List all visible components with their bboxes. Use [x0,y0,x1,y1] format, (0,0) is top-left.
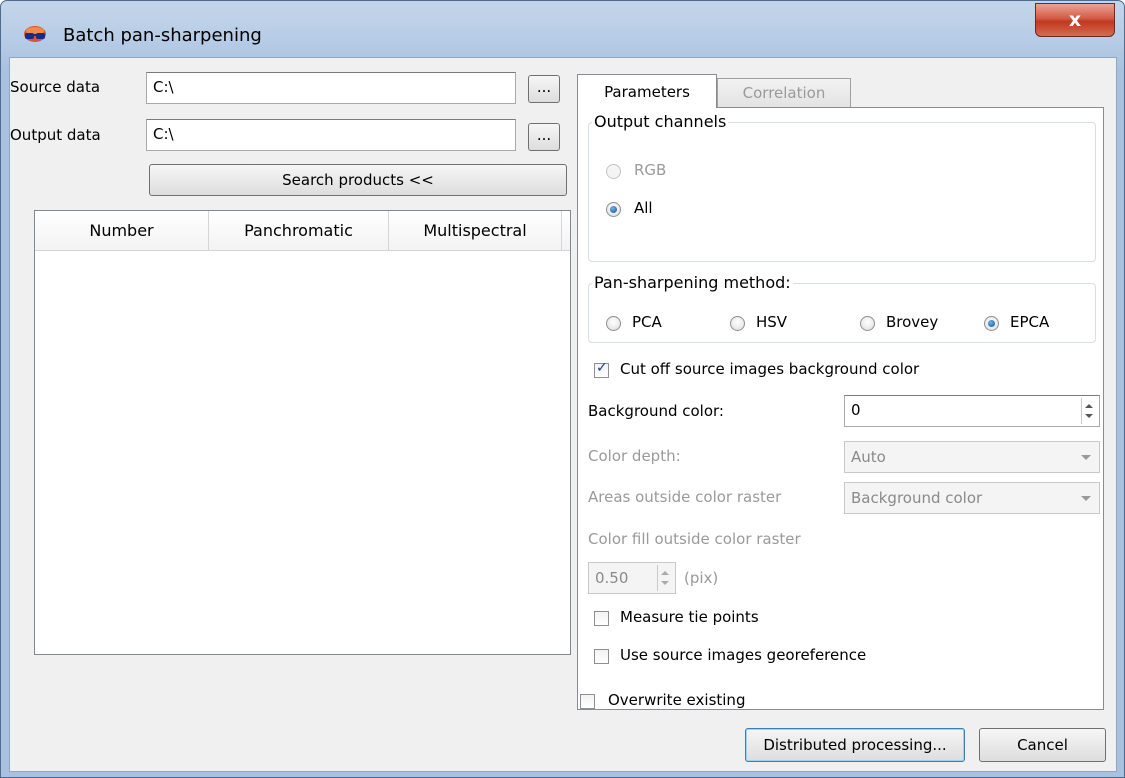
output-browse-button[interactable]: ... [528,123,560,151]
color-depth-select[interactable]: Auto [844,441,1100,473]
cut-off-checkbox[interactable]: ✓ [594,360,609,378]
output-channels-group [588,122,1096,262]
overwrite-checkbox[interactable] [580,694,595,709]
areas-outside-select[interactable]: Background color [844,482,1100,514]
source-browse-button[interactable]: ... [528,75,560,103]
close-icon: x [1068,9,1082,31]
background-color-label: Background color: [588,402,724,420]
column-number[interactable]: Number [35,211,209,250]
all-label: All [634,199,653,217]
rgb-label: RGB [634,161,667,179]
window-title: Batch pan-sharpening [63,25,262,46]
epca-radio[interactable] [984,316,999,331]
all-radio[interactable] [606,202,621,217]
rgb-radio[interactable] [606,164,621,179]
color-fill-spinbox[interactable]: 0.50 [588,562,676,594]
column-panchromatic[interactable]: Panchromatic [209,211,389,250]
background-color-spinbox[interactable]: 0 [844,395,1100,427]
table-header: Number Panchromatic Multispectral [35,211,570,251]
dropdown-arrow-icon [1081,496,1091,501]
cancel-button[interactable]: Cancel [979,728,1106,762]
overwrite-label: Overwrite existing [608,691,746,709]
color-depth-value: Auto [851,448,886,466]
fill-unit-label: (pix) [684,569,719,587]
parameters-panel: Output channels RGB All Pan-sharpening m… [577,107,1104,710]
source-data-label: Source data [10,78,101,96]
epca-label: EPCA [1010,313,1050,331]
method-title: Pan-sharpening method: [592,273,793,292]
spin-arrows-icon[interactable] [657,565,673,591]
measure-tie-points-checkbox[interactable] [594,611,609,626]
distributed-processing-button[interactable]: Distributed processing... [745,728,965,762]
pca-radio[interactable] [606,316,621,331]
app-glasses-icon [24,26,46,42]
spin-arrows-icon[interactable] [1081,398,1097,424]
areas-outside-value: Background color [851,489,983,507]
hsv-radio[interactable] [730,316,745,331]
background-color-value: 0 [851,401,861,419]
measure-tie-points-label: Measure tie points [620,608,759,626]
dropdown-arrow-icon [1081,455,1091,460]
georeference-label: Use source images georeference [620,646,867,664]
color-depth-label: Color depth: [588,447,681,465]
pca-label: PCA [632,313,662,331]
dialog-body: Source data C:\ ... Output data C:\ ... … [9,57,1117,772]
check-icon: ✓ [596,360,608,376]
products-table[interactable]: Number Panchromatic Multispectral [34,210,571,655]
cut-off-label: Cut off source images background color [620,360,920,378]
georeference-checkbox[interactable] [594,649,609,664]
search-products-button[interactable]: Search products << [149,164,567,196]
color-fill-value: 0.50 [595,569,629,587]
tab-correlation[interactable]: Correlation [717,78,851,107]
hsv-label: HSV [756,313,788,331]
close-button[interactable]: x [1035,3,1115,37]
dialog-window: Batch pan-sharpening x Source data C:\ .… [0,0,1125,778]
color-fill-label: Color fill outside color raster [588,530,801,548]
output-data-label: Output data [10,126,101,144]
output-data-input[interactable]: C:\ [146,119,516,151]
areas-outside-label: Areas outside color raster [588,488,782,506]
brovey-radio[interactable] [860,316,875,331]
source-data-input[interactable]: C:\ [146,72,516,104]
tab-parameters[interactable]: Parameters [577,74,717,108]
brovey-label: Brovey [886,313,939,331]
column-multispectral[interactable]: Multispectral [389,211,562,250]
output-channels-title: Output channels [592,112,729,131]
